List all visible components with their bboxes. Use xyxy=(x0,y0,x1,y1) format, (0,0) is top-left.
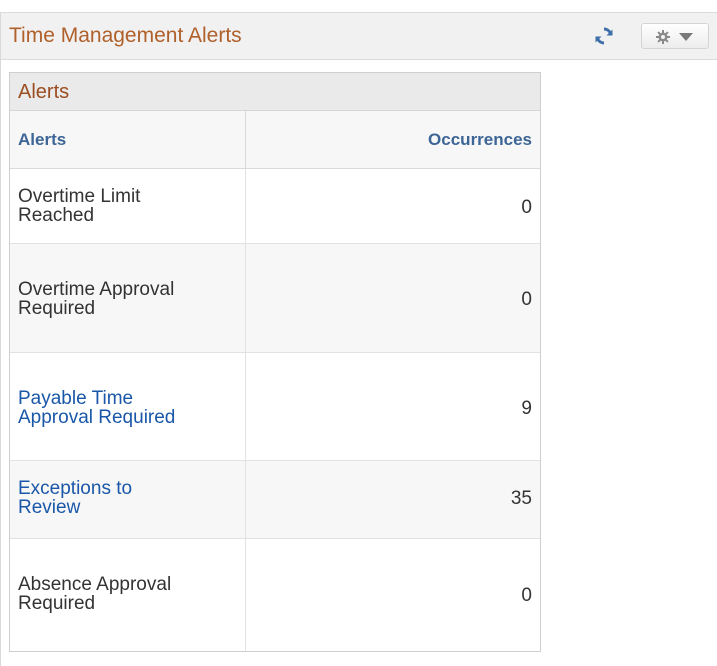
alert-name: Absence Approval Required xyxy=(18,574,172,614)
pagelet-options-button[interactable] xyxy=(641,23,709,49)
occurrences-cell: 9 xyxy=(246,353,540,460)
table-row: Overtime Limit Reached 0 xyxy=(10,169,540,244)
alert-name-cell: Exceptions to Review xyxy=(10,461,246,538)
grid-caption: Alerts xyxy=(10,73,540,111)
occurrences-cell: 0 xyxy=(246,244,540,352)
table-row: Absence Approval Required 0 xyxy=(10,539,540,651)
grid-caption-label: Alerts xyxy=(18,81,70,103)
occurrences-value: 35 xyxy=(510,488,532,509)
alert-name-cell: Absence Approval Required xyxy=(10,539,246,651)
column-header-occurrences-label: Occurrences xyxy=(428,130,532,149)
pagelet-title: Time Management Alerts xyxy=(9,24,242,47)
alert-name: Overtime Limit Reached xyxy=(18,186,141,226)
chevron-down-icon xyxy=(679,33,693,41)
occurrences-value: 0 xyxy=(521,585,532,606)
alert-name-cell: Overtime Approval Required xyxy=(10,244,246,352)
refresh-icon xyxy=(595,27,613,45)
column-header-alerts-label: Alerts xyxy=(18,130,67,149)
occurrences-cell: 35 xyxy=(246,461,540,538)
occurrences-value: 0 xyxy=(521,289,532,310)
table-row: Overtime Approval Required 0 xyxy=(10,244,540,353)
alert-link[interactable]: Exceptions to Review xyxy=(18,479,132,517)
table-row: Exceptions to Review 35 xyxy=(10,461,540,539)
occurrences-cell: 0 xyxy=(246,539,540,651)
gear-icon xyxy=(656,30,670,44)
alert-name-cell: Overtime Limit Reached xyxy=(10,169,246,243)
occurrences-value: 9 xyxy=(521,398,532,419)
time-management-alerts-pagelet: Time Management Alerts Alerts Alerts Occ… xyxy=(0,12,717,666)
column-header-alerts[interactable]: Alerts xyxy=(10,111,246,169)
refresh-button[interactable] xyxy=(593,25,615,47)
column-header-occurrences[interactable]: Occurrences xyxy=(246,111,540,169)
occurrences-value: 0 xyxy=(521,197,532,218)
alert-name-cell: Payable Time Approval Required xyxy=(10,353,246,460)
table-row: Payable Time Approval Required 9 xyxy=(10,353,540,461)
alert-name: Overtime Approval Required xyxy=(18,279,175,319)
pagelet-header: Time Management Alerts xyxy=(1,12,717,60)
alert-link[interactable]: Payable Time Approval Required xyxy=(18,389,175,427)
occurrences-cell: 0 xyxy=(246,169,540,243)
alerts-grid: Alerts Alerts Occurrences Overtime Limit… xyxy=(9,72,541,652)
